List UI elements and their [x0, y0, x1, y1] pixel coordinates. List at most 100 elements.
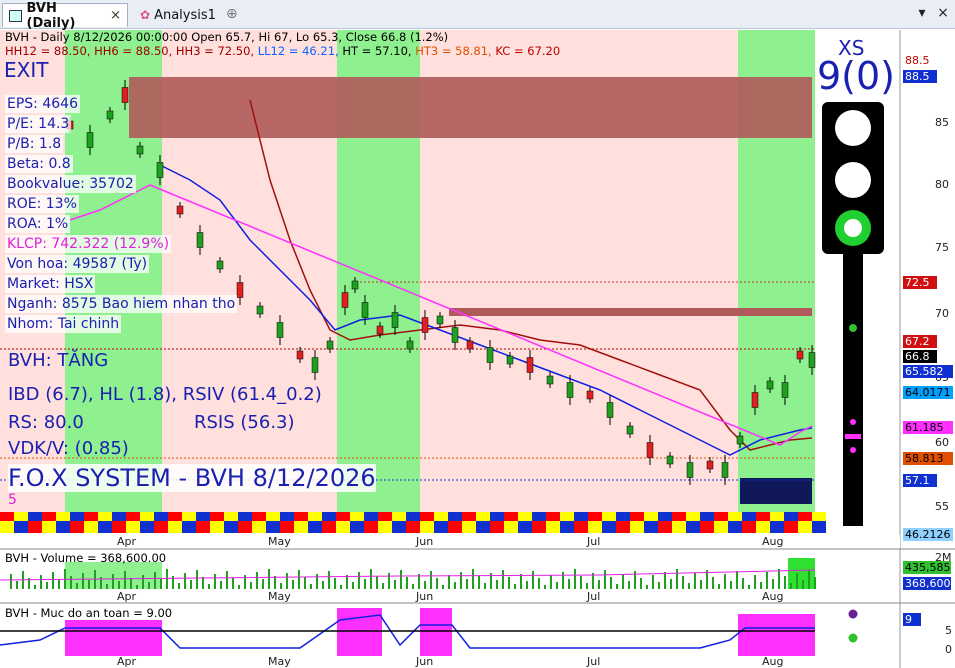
signal-strip-cell [504, 521, 518, 533]
volume-bar [526, 581, 528, 589]
signal-strip-cell [28, 512, 42, 521]
volume-bar [646, 585, 648, 589]
volume-bar [52, 572, 54, 589]
signal-strip-cell [280, 512, 294, 521]
month-label: May [268, 655, 291, 668]
candle-body [736, 435, 744, 445]
volume-bar [46, 582, 48, 589]
candle-body [86, 132, 94, 148]
candle-body [361, 302, 369, 318]
safety-tag: 9 [903, 613, 921, 626]
candle-body [646, 442, 654, 458]
signal-strip-cell [588, 512, 602, 521]
volume-bar [232, 578, 234, 589]
volume-bar [508, 577, 510, 589]
signal-strip-cell [252, 521, 266, 533]
price-level-tag: 88.5 [903, 70, 937, 83]
safety-tick: 5 [945, 624, 952, 637]
hh3-value: HH3 = 72.50, [175, 44, 255, 58]
signal-strip-cell [434, 521, 448, 533]
signal-strip-cell [378, 512, 392, 521]
volume-bar [574, 569, 576, 589]
volume-bar [262, 579, 264, 589]
signal-strip-cell [308, 512, 322, 521]
month-label: Aug [762, 535, 784, 548]
signal-strip-cell [784, 521, 798, 533]
rsis-label: RSIS (56.3) [194, 412, 295, 433]
kc-value: KC = 67.20 [495, 44, 561, 58]
price-level-tag: 66.8 [903, 350, 937, 363]
signal-strip-cell [602, 512, 616, 521]
candle-body [626, 425, 634, 435]
signal-strip-cell [224, 512, 238, 521]
signal-strip-cell [182, 521, 196, 533]
signal-strip-cell [714, 512, 728, 521]
signal-strip-cell [280, 521, 294, 533]
candle-body [808, 352, 816, 368]
volume-bar [562, 572, 564, 589]
volume-bar [202, 577, 204, 589]
nganh-label: Nganh: 8575 Bao hiem nhan tho [5, 295, 238, 313]
volume-bar [700, 580, 702, 589]
signal-strip-cell [140, 521, 154, 533]
volume-bar [598, 580, 600, 589]
volume-bar [442, 585, 444, 589]
candle-body [341, 292, 349, 308]
volume-bar [148, 582, 150, 589]
signal-strip-cell [28, 521, 42, 533]
candle-body [526, 357, 534, 373]
candle-body [256, 305, 264, 315]
month-label: Jun [416, 590, 434, 603]
volume-bar [514, 584, 516, 589]
volume-bar [118, 581, 120, 589]
volume-bar [604, 570, 606, 589]
volume-bar [784, 576, 786, 589]
price-level-tag: 88.5 [903, 54, 937, 67]
nhom-label: Nhom: Tai chinh [5, 315, 122, 333]
volume-bar [250, 582, 252, 589]
volume-bar [304, 577, 306, 589]
volume-bar [112, 574, 114, 589]
ht3-value: HT3 = 58.81, [415, 44, 492, 58]
candle-body [781, 382, 789, 398]
volume-bar [622, 574, 624, 589]
volume-bar [184, 573, 186, 589]
signal-strip-cell [560, 512, 574, 521]
volume-bar [124, 571, 126, 589]
volume-bar [808, 570, 810, 589]
candle-body [196, 232, 204, 248]
signal-strip-cell [322, 521, 336, 533]
signal-strip-cell [560, 521, 574, 533]
candle-body [296, 350, 304, 360]
signal-strip-cell [672, 521, 686, 533]
volume-bar [520, 574, 522, 589]
candle-body [326, 340, 334, 350]
signal-strip-cell [154, 512, 168, 521]
volume-bar [676, 569, 678, 589]
signal-strip-cell [210, 521, 224, 533]
signal-strip-cell [546, 521, 560, 533]
signal-strip-cell [798, 521, 812, 533]
volume-bar [406, 577, 408, 589]
signal-strip-cell [700, 512, 714, 521]
volume-bar [796, 573, 798, 589]
volume-bar [364, 579, 366, 589]
signal-strip-cell [644, 512, 658, 521]
trend-label: BVH: TĂNG [8, 350, 109, 371]
price-level-tag: 64.0171 [903, 386, 953, 399]
signal-strip-cell [518, 521, 532, 533]
volume-bar [106, 584, 108, 589]
volume-bar [484, 583, 486, 589]
signal-strip-cell [294, 521, 308, 533]
volume-bar [256, 572, 258, 589]
candle-body [421, 317, 429, 333]
signal-strip-cell [728, 512, 742, 521]
volume-bar [790, 583, 792, 589]
signal-strip-cell [756, 512, 770, 521]
volume-bar [760, 582, 762, 589]
month-label: Apr [117, 535, 137, 548]
volume-bar [610, 577, 612, 589]
fox-system-title: F.O.X SYSTEM - BVH 8/12/2026 [8, 464, 376, 492]
volume-bar [76, 583, 78, 589]
volume-bar [688, 583, 690, 589]
